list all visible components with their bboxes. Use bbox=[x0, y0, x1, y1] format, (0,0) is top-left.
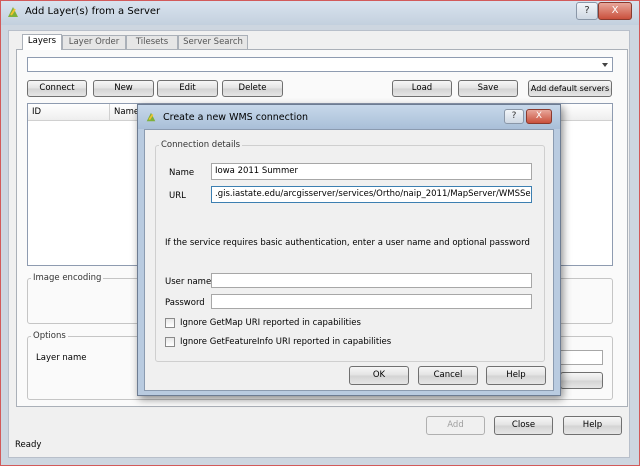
qgis-app-icon bbox=[146, 112, 156, 122]
layer-name-input[interactable] bbox=[560, 350, 603, 365]
dialog-help-action-button[interactable]: Help bbox=[486, 366, 546, 385]
wms-connection-dialog: Create a new WMS connection ? X Connecti… bbox=[137, 104, 561, 396]
connect-button[interactable]: Connect bbox=[27, 80, 87, 97]
tab-layers[interactable]: Layers bbox=[22, 34, 62, 50]
cancel-button[interactable]: Cancel bbox=[418, 366, 478, 385]
image-encoding-label: Image encoding bbox=[31, 273, 104, 283]
tab-server-search[interactable]: Server Search bbox=[178, 35, 248, 49]
window-title: Add Layer(s) from a Server bbox=[25, 6, 161, 17]
ignore-getmap-label[interactable]: Ignore GetMap URI reported in capabiliti… bbox=[180, 318, 361, 328]
table-header-id[interactable]: ID bbox=[28, 104, 110, 121]
password-label: Password bbox=[165, 298, 205, 308]
password-field[interactable] bbox=[211, 294, 532, 309]
options-label: Options bbox=[31, 331, 68, 341]
name-label: Name bbox=[169, 168, 195, 178]
layer-name-label: Layer name bbox=[36, 353, 87, 363]
dialog-title: Create a new WMS connection bbox=[163, 112, 309, 123]
status-text: Ready bbox=[15, 440, 42, 450]
url-label: URL bbox=[169, 191, 186, 201]
dialog-titlebar[interactable]: Create a new WMS connection ? X bbox=[138, 105, 560, 129]
close-button[interactable]: Close bbox=[494, 416, 553, 435]
ignore-getmap-checkbox[interactable] bbox=[165, 318, 175, 328]
save-button[interactable]: Save bbox=[458, 80, 518, 97]
add-button[interactable]: Add bbox=[426, 416, 485, 435]
change-button[interactable] bbox=[560, 372, 603, 389]
edit-button[interactable]: Edit bbox=[157, 80, 218, 97]
load-button[interactable]: Load bbox=[392, 80, 452, 97]
auth-hint-text: If the service requires basic authentica… bbox=[165, 238, 530, 248]
new-button[interactable]: New bbox=[93, 80, 154, 97]
tab-tilesets[interactable]: Tilesets bbox=[126, 35, 178, 49]
qgis-app-icon bbox=[8, 7, 18, 17]
connection-select[interactable] bbox=[27, 57, 613, 72]
main-titlebar[interactable]: Add Layer(s) from a Server ? X bbox=[1, 1, 639, 25]
dialog-help-button[interactable]: ? bbox=[504, 109, 524, 124]
username-field[interactable] bbox=[211, 273, 532, 288]
window-close-button[interactable]: X bbox=[598, 2, 632, 20]
ok-button[interactable]: OK bbox=[349, 366, 409, 385]
name-field[interactable]: Iowa 2011 Summer bbox=[211, 163, 532, 180]
chevron-down-icon bbox=[602, 63, 608, 67]
url-field[interactable]: .gis.iastate.edu/arcgisserver/services/O… bbox=[211, 186, 532, 203]
ignore-getfeatureinfo-label[interactable]: Ignore GetFeatureInfo URI reported in ca… bbox=[180, 337, 391, 347]
delete-button[interactable]: Delete bbox=[222, 80, 283, 97]
connection-details-label: Connection details bbox=[159, 140, 243, 150]
username-label: User name bbox=[165, 277, 212, 287]
add-default-servers-button[interactable]: Add default servers bbox=[528, 80, 612, 97]
tab-layer-order[interactable]: Layer Order bbox=[62, 35, 126, 49]
ignore-getfeatureinfo-checkbox[interactable] bbox=[165, 337, 175, 347]
dialog-client-area: Connection details Name Iowa 2011 Summer… bbox=[144, 129, 554, 391]
help-button[interactable]: Help bbox=[563, 416, 622, 435]
dialog-close-button[interactable]: X bbox=[526, 109, 552, 124]
window-help-button[interactable]: ? bbox=[576, 2, 598, 20]
